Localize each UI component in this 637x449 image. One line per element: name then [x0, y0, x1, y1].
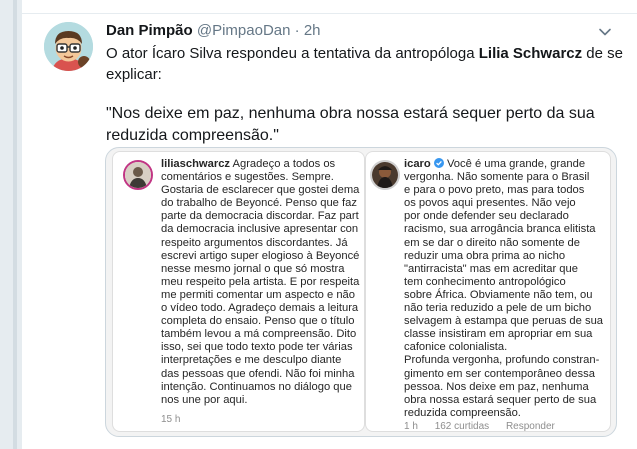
cartoon-avatar-icon — [44, 22, 93, 71]
user-handle[interactable]: @PimpaoDan — [197, 22, 291, 39]
tweet-media[interactable]: liliaschwarcz Agradeço a todos os coment… — [105, 147, 617, 437]
profile-photo-icon — [125, 162, 151, 188]
instagram-likes: 162 curtidas — [434, 421, 490, 432]
chevron-down-icon[interactable] — [597, 24, 613, 40]
tweet-intro: O ator Ícaro Silva respondeu a tentativa… — [106, 43, 626, 85]
instagram-meta: 1 h 162 curtidas Responder — [404, 421, 569, 432]
separator-dot: · — [294, 22, 300, 39]
instagram-time: 15 h — [161, 414, 181, 425]
instagram-comment-left: liliaschwarcz Agradeço a todos os coment… — [112, 151, 365, 432]
tweet-quote: "Nos deixe em paz, nenhuma obra nossa es… — [106, 105, 595, 144]
instagram-comment-text: icaro Você é uma grande, grande vergonha… — [404, 158, 609, 420]
mentioned-name: Lilia Schwarcz — [478, 45, 583, 62]
instagram-comment-text: liliaschwarcz Agradeço a todos os coment… — [161, 158, 366, 407]
avatar[interactable] — [44, 22, 93, 71]
instagram-username: icaro — [404, 158, 431, 170]
tweet-divider — [22, 13, 637, 14]
tweet-text-prefix: O ator Ícaro Silva respondeu a tentativa… — [106, 45, 479, 62]
scrollbar-track[interactable] — [0, 0, 22, 449]
instagram-time: 1 h — [404, 421, 418, 432]
verified-badge-icon — [433, 158, 444, 168]
profile-photo-icon — [372, 162, 398, 188]
instagram-username: liliaschwarcz — [161, 158, 231, 170]
instagram-avatar — [370, 160, 400, 190]
display-name[interactable]: Dan Pimpão — [106, 22, 193, 39]
instagram-reply: Responder — [505, 421, 555, 432]
instagram-meta: 15 h — [161, 414, 194, 425]
instagram-comment-right: icaro Você é uma grande, grande vergonha… — [365, 151, 611, 432]
instagram-comment-body: Você é uma grande, grande vergonha. Não … — [404, 158, 604, 419]
instagram-comment-body: Agradeço a todos os comentários e sugest… — [161, 158, 360, 406]
instagram-avatar — [123, 160, 153, 190]
timestamp[interactable]: 2h — [304, 22, 321, 39]
tweet-header: Dan Pimpão @PimpaoDan · 2h — [106, 22, 321, 42]
tweet-text: O ator Ícaro Silva respondeu a tentativa… — [106, 43, 626, 147]
scrollbar-thumb[interactable] — [13, 0, 17, 449]
